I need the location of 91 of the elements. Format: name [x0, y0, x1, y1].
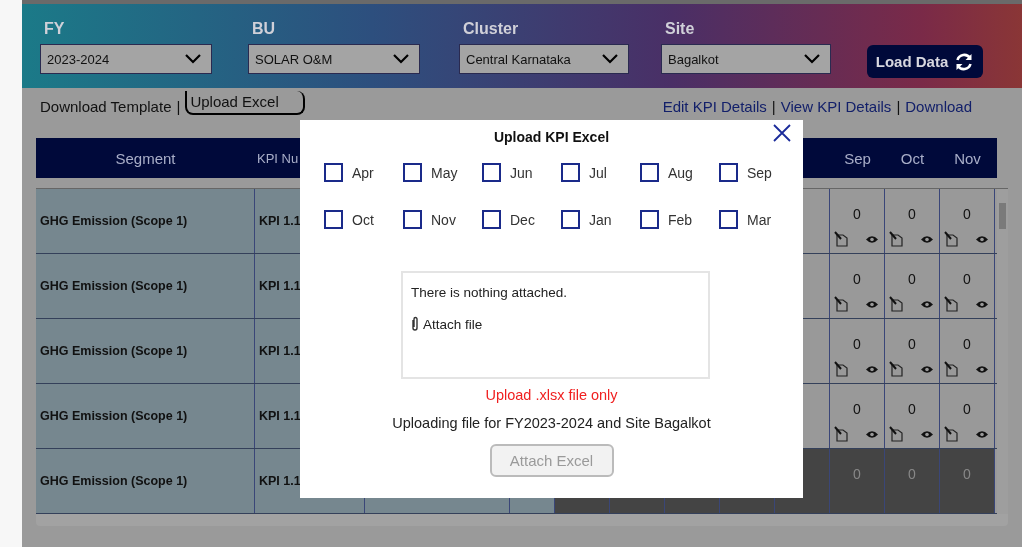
edit-document-icon[interactable]: [889, 426, 903, 442]
checkbox[interactable]: [403, 163, 422, 182]
edit-document-icon[interactable]: [944, 231, 958, 247]
filter-label: BU: [252, 20, 277, 38]
filter-label: Cluster: [463, 20, 520, 38]
edit-document-icon[interactable]: [889, 296, 903, 312]
nav-link[interactable]: View KPI Details: [780, 97, 892, 115]
filter-dropdown[interactable]: 2023-2024: [40, 44, 212, 74]
load-data-button[interactable]: Load Data: [867, 45, 983, 78]
eye-icon[interactable]: [920, 365, 934, 374]
edit-document-icon[interactable]: [944, 361, 958, 377]
edit-document-icon[interactable]: [944, 426, 958, 442]
scrollbar[interactable]: [997, 189, 1008, 514]
edit-document-icon[interactable]: [834, 361, 848, 377]
eye-icon[interactable]: [975, 235, 989, 244]
edit-document-icon[interactable]: [889, 231, 903, 247]
filter-label: Site: [665, 20, 696, 38]
nav-link[interactable]: Edit KPI Details: [662, 97, 767, 115]
checkbox[interactable]: [324, 210, 343, 229]
month-label: Jul: [589, 164, 607, 181]
month-label: Aug: [668, 164, 693, 181]
table-cell: GHG Emission (Scope 1): [36, 319, 255, 383]
chevron-down-icon: [602, 54, 618, 64]
filter-label: FY: [44, 20, 66, 38]
filter-dropdown[interactable]: SOLAR O&M: [248, 44, 420, 74]
checkbox[interactable]: [640, 210, 659, 229]
edit-document-icon[interactable]: [834, 231, 848, 247]
column-header: Oct: [900, 149, 925, 167]
month-label: Sep: [747, 164, 772, 181]
checkbox[interactable]: [719, 163, 738, 182]
month-label: Dec: [510, 211, 535, 228]
attach-file-link[interactable]: Attach file: [411, 316, 700, 332]
filter-dropdown[interactable]: Central Karnataka: [459, 44, 629, 74]
month-label: Apr: [352, 164, 374, 181]
chevron-down-icon: [393, 54, 409, 64]
eye-icon[interactable]: [920, 430, 934, 439]
eye-icon[interactable]: [920, 235, 934, 244]
edit-document-icon[interactable]: [889, 361, 903, 377]
checkbox[interactable]: [640, 163, 659, 182]
eye-icon[interactable]: [865, 365, 879, 374]
nav-link[interactable]: Download Template: [40, 97, 172, 115]
edit-document-icon[interactable]: [834, 426, 848, 442]
close-icon[interactable]: [773, 124, 791, 142]
nav-link[interactable]: Download: [905, 97, 972, 115]
info-message: Uploading file for FY2023-2024 and Site Bagalkot: [391, 415, 712, 431]
chevron-down-icon: [185, 54, 201, 64]
checkbox[interactable]: [561, 210, 580, 229]
filter-dropdown[interactable]: Bagalkot: [661, 44, 831, 74]
table-cell: GHG Emission (Scope 1): [36, 449, 255, 513]
table-cell: GHG Emission (Scope 1): [36, 254, 255, 318]
checkbox[interactable]: [561, 163, 580, 182]
eye-icon[interactable]: [865, 300, 879, 309]
eye-icon[interactable]: [975, 430, 989, 439]
paperclip-icon: [411, 316, 419, 332]
empty-message: There is nothing attached.: [411, 285, 569, 300]
table-cell: 0: [885, 449, 940, 513]
month-label: Jun: [510, 164, 533, 181]
column-header: Nov: [954, 149, 981, 167]
month-label: May: [431, 164, 458, 181]
table-cell: GHG Emission (Scope 1): [36, 384, 255, 448]
separator: |: [771, 97, 776, 115]
dialog-title: Upload KPI Excel: [492, 129, 611, 145]
eye-icon[interactable]: [865, 235, 879, 244]
month-label: Nov: [431, 211, 456, 228]
checkbox[interactable]: [482, 210, 501, 229]
checkbox[interactable]: [719, 210, 738, 229]
separator: |: [176, 97, 181, 115]
checkbox[interactable]: [403, 210, 422, 229]
eye-icon[interactable]: [975, 300, 989, 309]
error-message: Upload .xlsx file only: [484, 387, 619, 403]
eye-icon[interactable]: [920, 300, 934, 309]
eye-icon[interactable]: [975, 365, 989, 374]
column-header: Segment: [115, 149, 176, 167]
month-label: Mar: [747, 211, 772, 228]
checkbox[interactable]: [482, 163, 501, 182]
column-header: KPI Nu: [257, 150, 299, 166]
chevron-down-icon: [804, 54, 820, 64]
checkbox[interactable]: [324, 163, 343, 182]
refresh-icon: [954, 51, 975, 72]
column-header: Sep: [844, 149, 871, 167]
table-cell: 0: [830, 449, 885, 513]
month-label: Feb: [668, 211, 693, 228]
month-label: Jan: [589, 211, 612, 228]
horizontal-scrollbar[interactable]: [36, 514, 1008, 526]
eye-icon[interactable]: [865, 430, 879, 439]
nav-link[interactable]: Upload Excel: [185, 91, 305, 115]
separator: |: [896, 97, 901, 115]
table-cell: 0: [940, 449, 995, 513]
edit-document-icon[interactable]: [944, 296, 958, 312]
table-cell: GHG Emission (Scope 1): [36, 189, 255, 253]
edit-document-icon[interactable]: [834, 296, 848, 312]
